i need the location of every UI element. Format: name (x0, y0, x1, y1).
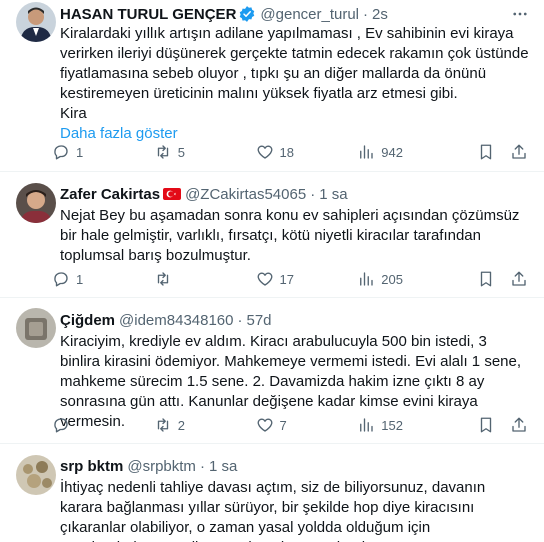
reply-icon (54, 272, 68, 287)
views-button[interactable]: 205 (357, 270, 459, 288)
verified-badge-icon (238, 5, 256, 23)
bookmark-icon (480, 271, 492, 287)
view-count: 942 (381, 144, 403, 160)
tweet[interactable]: Zafer Cakirtas @ZCakirtas54065 · 1 sa Ne… (0, 172, 544, 298)
bookmark-icon (480, 144, 492, 160)
like-count: 7 (279, 417, 287, 433)
action-bar: 1 5 18 942 (52, 142, 534, 162)
tweet-body: Nejat Bey bu aşamadan sonra konu ev sahi… (60, 206, 530, 266)
retweet-icon (157, 145, 168, 159)
reply-count: 1 (76, 144, 84, 160)
tweet[interactable]: Çiğdem @idem84348160 · 57d Kiraciyim, kr… (0, 298, 544, 444)
timestamp[interactable]: 2s (372, 6, 388, 23)
like-count: 17 (279, 271, 294, 287)
reply-button[interactable] (52, 416, 154, 434)
tweet[interactable]: HASAN TURUL GENÇER @gencer_turul · 2s Ki… (0, 0, 544, 172)
author-name[interactable]: HASAN TURUL GENÇER (60, 6, 236, 23)
timestamp[interactable]: 1 sa (209, 458, 237, 475)
avatar[interactable] (16, 183, 56, 223)
views-icon (360, 145, 373, 159)
action-bar: 1 17 205 (52, 269, 534, 289)
share-icon (512, 417, 526, 432)
tweet-text: İhtiyaç nedenli tahliye davası açtım, si… (60, 479, 486, 542)
retweet-button[interactable]: 5 (154, 143, 256, 161)
retweet-button[interactable] (154, 270, 256, 288)
reply-icon (54, 418, 68, 433)
tweet-body: Kiralardaki yıllık artışın adilane yapıl… (60, 24, 530, 144)
separator-dot: · (199, 457, 205, 475)
retweet-icon (157, 272, 168, 286)
retweet-count: 2 (177, 417, 185, 433)
reply-button[interactable]: 1 (52, 143, 154, 161)
separator-dot: · (363, 5, 369, 23)
author-handle[interactable]: @gencer_turul (260, 6, 359, 23)
turkey-flag-icon (163, 188, 182, 200)
view-count: 205 (381, 271, 403, 287)
tweet-body: İhtiyaç nedenli tahliye davası açtım, si… (60, 478, 530, 542)
avatar[interactable] (16, 308, 56, 348)
reply-icon (54, 145, 68, 160)
tweet-text: Nejat Bey bu aşamadan sonra konu ev sahi… (60, 207, 524, 264)
views-button[interactable]: 942 (357, 143, 459, 161)
retweet-count: 5 (177, 144, 185, 160)
more-options-icon[interactable] (510, 4, 530, 24)
timestamp[interactable]: 1 sa (319, 186, 347, 203)
author-handle[interactable]: @ZCakirtas54065 (185, 186, 306, 203)
tweet[interactable]: srp bktm @srpbktm · 1 sa İhtiyaç nedenli… (0, 444, 544, 542)
share-button[interactable] (510, 143, 534, 161)
bookmark-button[interactable] (477, 416, 510, 434)
share-button[interactable] (510, 416, 534, 434)
avatar[interactable] (16, 455, 56, 495)
like-count: 18 (279, 144, 294, 160)
view-count: 152 (381, 417, 403, 433)
bookmark-icon (480, 417, 492, 433)
timestamp[interactable]: 57d (247, 312, 272, 329)
author-name[interactable]: Çiğdem (60, 312, 115, 329)
like-button[interactable]: 17 (256, 270, 358, 288)
views-button[interactable]: 152 (357, 416, 459, 434)
tweet-feed: HASAN TURUL GENÇER @gencer_turul · 2s Ki… (0, 0, 544, 542)
heart-icon (257, 418, 272, 432)
reply-button[interactable]: 1 (52, 270, 154, 288)
avatar[interactable] (16, 2, 56, 42)
share-button[interactable] (510, 270, 534, 288)
heart-icon (257, 272, 272, 286)
share-icon (512, 271, 526, 286)
like-button[interactable]: 18 (256, 143, 358, 161)
author-handle[interactable]: @srpbktm (127, 458, 196, 475)
action-bar: 2 7 152 (52, 415, 534, 435)
separator-dot: · (310, 185, 316, 203)
tweet-text: Kiralardaki yıllık artışın adilane yapıl… (60, 25, 529, 122)
bookmark-button[interactable] (477, 143, 510, 161)
share-icon (512, 144, 526, 159)
bookmark-button[interactable] (477, 270, 510, 288)
views-icon (360, 418, 373, 432)
separator-dot: · (237, 311, 243, 329)
author-handle[interactable]: @idem84348160 (119, 312, 233, 329)
retweet-icon (157, 418, 168, 432)
show-more-link[interactable]: Daha fazla göster (60, 124, 530, 144)
heart-icon (257, 145, 272, 159)
author-name[interactable]: srp bktm (60, 458, 123, 475)
author-name[interactable]: Zafer Cakirtas (60, 186, 160, 203)
views-icon (360, 272, 373, 286)
retweet-button[interactable]: 2 (154, 416, 256, 434)
reply-count: 1 (76, 271, 84, 287)
like-button[interactable]: 7 (256, 416, 358, 434)
